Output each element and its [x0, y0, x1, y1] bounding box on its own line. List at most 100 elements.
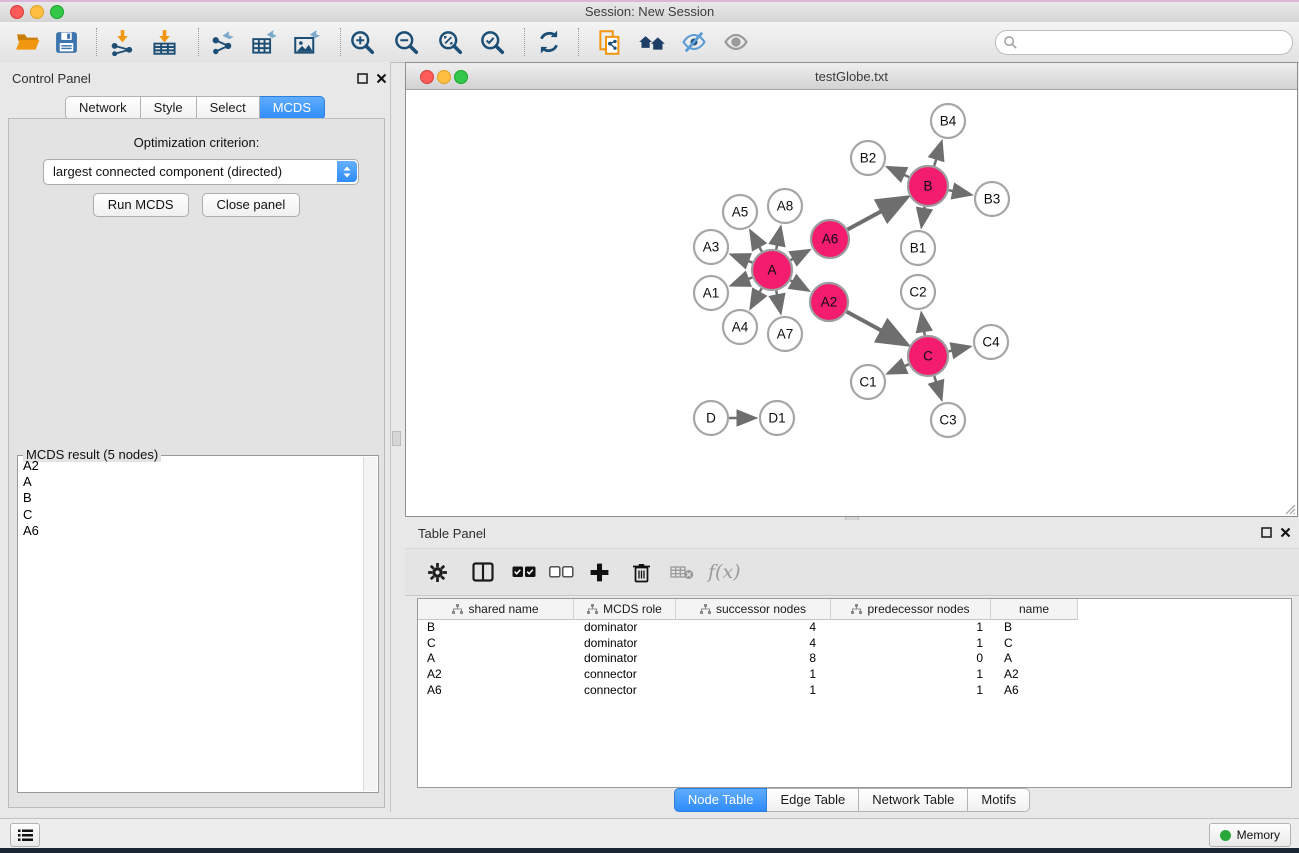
export-table-button[interactable]: [250, 28, 278, 56]
edge-C-C4[interactable]: [949, 347, 969, 351]
minimize-traffic-light[interactable]: [437, 70, 451, 84]
table-row[interactable]: Bdominator41B: [418, 620, 1291, 636]
close-panel-icon[interactable]: [1280, 527, 1291, 538]
column-header-shared-name[interactable]: shared name: [418, 599, 574, 620]
maximize-traffic-light[interactable]: [454, 70, 468, 84]
tab-mcds[interactable]: MCDS: [260, 96, 325, 120]
graph-node-C4[interactable]: C4: [974, 325, 1008, 359]
delete-table-button-disabled[interactable]: [670, 564, 694, 580]
table-row[interactable]: Cdominator41C: [418, 636, 1291, 652]
graph-node-A4[interactable]: A4: [723, 310, 757, 344]
edge-A2-C[interactable]: [847, 312, 906, 344]
edge-B-B3[interactable]: [949, 190, 970, 194]
graph-node-B2[interactable]: B2: [851, 141, 885, 175]
edge-B-B4[interactable]: [934, 143, 941, 166]
table-row[interactable]: Adominator80A: [418, 651, 1291, 667]
edge-C-C2[interactable]: [922, 315, 925, 336]
edge-A-A2[interactable]: [790, 280, 807, 290]
refresh-button[interactable]: [535, 28, 563, 56]
column-header-successor-nodes[interactable]: successor nodes: [676, 599, 831, 620]
show-columns-button[interactable]: [472, 562, 494, 582]
network-window-titlebar[interactable]: testGlobe.txt: [406, 63, 1297, 90]
vertical-splitter-handle[interactable]: [392, 431, 401, 446]
edge-A-A4[interactable]: [751, 288, 761, 307]
edge-A-A1[interactable]: [733, 277, 753, 285]
edge-B-B2[interactable]: [889, 168, 909, 177]
graph-node-D[interactable]: D: [694, 401, 728, 435]
zoom-out-button[interactable]: [392, 28, 420, 56]
graph-node-A1[interactable]: A1: [694, 276, 728, 310]
run-mcds-button[interactable]: Run MCDS: [93, 193, 189, 217]
edge-A-A5[interactable]: [751, 232, 762, 252]
graph-node-A5[interactable]: A5: [723, 195, 757, 229]
result-list-item[interactable]: C: [19, 507, 363, 523]
result-list-item[interactable]: A2: [19, 458, 363, 474]
minimize-traffic-light[interactable]: [30, 5, 44, 19]
graph-node-C2[interactable]: C2: [901, 275, 935, 309]
tab-edge-table[interactable]: Edge Table: [767, 788, 859, 812]
import-network-button[interactable]: [108, 28, 136, 56]
memory-button[interactable]: Memory: [1209, 823, 1291, 847]
criterion-dropdown[interactable]: largest connected component (directed): [43, 159, 359, 185]
zoom-selected-button[interactable]: [478, 28, 506, 56]
graph-node-A[interactable]: A: [752, 250, 792, 290]
graph-node-C1[interactable]: C1: [851, 365, 885, 399]
tab-network[interactable]: Network: [65, 96, 141, 120]
function-builder-button[interactable]: f(x): [708, 561, 741, 583]
edge-A6-B[interactable]: [848, 198, 906, 229]
graph-node-B4[interactable]: B4: [931, 104, 965, 138]
graph-node-A3[interactable]: A3: [694, 230, 728, 264]
tab-network-table[interactable]: Network Table: [859, 788, 968, 812]
result-list-item[interactable]: A6: [19, 523, 363, 539]
table-settings-button[interactable]: [427, 562, 448, 583]
tab-style[interactable]: Style: [141, 96, 197, 120]
export-network-button[interactable]: [208, 28, 236, 56]
table-row[interactable]: A6connector11A6: [418, 683, 1291, 699]
graph-node-A2[interactable]: A2: [810, 283, 848, 321]
edge-B-B1[interactable]: [922, 207, 925, 226]
tab-select[interactable]: Select: [197, 96, 260, 120]
result-list-item[interactable]: A: [19, 474, 363, 490]
graph-node-A8[interactable]: A8: [768, 189, 802, 223]
graph-node-D1[interactable]: D1: [760, 401, 794, 435]
edge-C-C1[interactable]: [889, 364, 909, 373]
close-panel-icon[interactable]: [376, 73, 387, 84]
search-input[interactable]: [1022, 33, 1286, 52]
create-column-button[interactable]: [589, 562, 610, 583]
resize-grip-icon[interactable]: [1282, 501, 1296, 515]
table-row[interactable]: A2connector11A2: [418, 667, 1291, 683]
tab-motifs[interactable]: Motifs: [968, 788, 1030, 812]
edge-A-A7[interactable]: [776, 291, 780, 312]
graph-node-C3[interactable]: C3: [931, 403, 965, 437]
column-header-predecessor-nodes[interactable]: predecessor nodes: [831, 599, 991, 620]
home-views-button[interactable]: [638, 28, 666, 56]
open-file-button[interactable]: [14, 28, 42, 56]
show-hidden-button[interactable]: [722, 28, 750, 56]
hide-selected-button[interactable]: [680, 28, 708, 56]
graph-node-B[interactable]: B: [908, 166, 948, 206]
zoom-in-button[interactable]: [348, 28, 376, 56]
task-history-button[interactable]: [10, 823, 40, 847]
edge-A-A3[interactable]: [733, 255, 753, 263]
graph-node-B3[interactable]: B3: [975, 182, 1009, 216]
column-header-name[interactable]: name: [991, 599, 1078, 620]
network-graph-canvas[interactable]: B4B2BB3A5A8A6A3B1AA1C2A2A4A7C4CC1DD1C3: [406, 89, 1295, 514]
edge-A-A8[interactable]: [776, 229, 780, 250]
deselect-all-columns-button[interactable]: [549, 566, 574, 578]
select-all-columns-button[interactable]: [512, 566, 536, 578]
float-panel-icon[interactable]: [357, 73, 368, 84]
graph-node-C[interactable]: C: [908, 336, 948, 376]
float-panel-icon[interactable]: [1261, 527, 1272, 538]
graph-node-A7[interactable]: A7: [768, 317, 802, 351]
duplicate-network-button[interactable]: [596, 28, 624, 56]
export-image-button[interactable]: [292, 28, 320, 56]
close-panel-button[interactable]: Close panel: [202, 193, 301, 217]
close-traffic-light[interactable]: [420, 70, 434, 84]
result-scrollbar[interactable]: [363, 457, 377, 791]
zoom-fit-button[interactable]: [436, 28, 464, 56]
import-table-button[interactable]: [150, 28, 178, 56]
tab-node-table[interactable]: Node Table: [674, 788, 768, 812]
edge-C-C3[interactable]: [934, 376, 941, 398]
delete-column-button[interactable]: [632, 562, 651, 583]
maximize-traffic-light[interactable]: [50, 5, 64, 19]
